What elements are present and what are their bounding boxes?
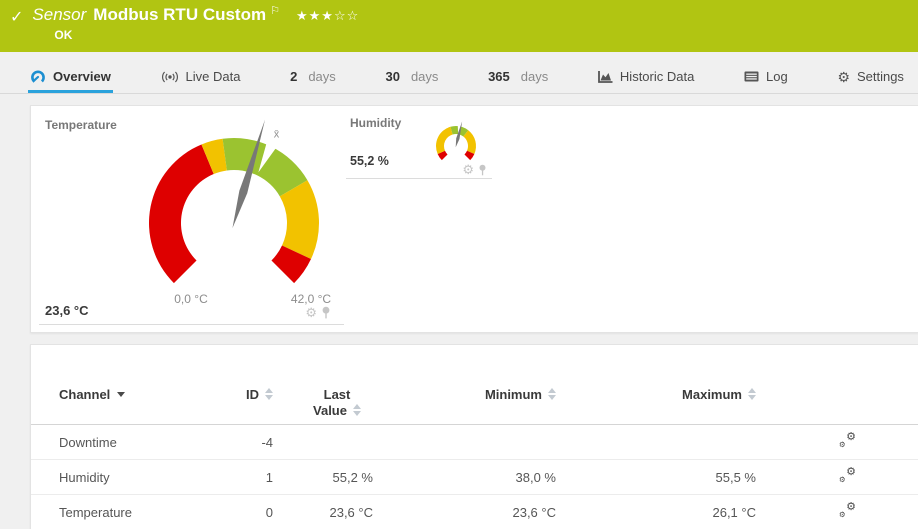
channel-settings-icon[interactable]: ⚙ ⚙ (839, 465, 856, 484)
column-header-maximum[interactable]: Maximum (556, 387, 756, 403)
tab-2-days[interactable]: 2 days (288, 63, 338, 93)
column-header-minimum[interactable]: Minimum (373, 387, 556, 403)
gauge-title: Humidity (350, 116, 402, 130)
tab-unit: days (410, 69, 439, 84)
broadcast-icon (161, 71, 179, 83)
gauge-tile-humidity[interactable]: Humidity 55,2 % ⚙ (346, 106, 492, 179)
tab-overview[interactable]: Overview (28, 63, 113, 93)
tab-30-days[interactable]: 30 days (383, 63, 440, 93)
sort-icon (748, 388, 756, 400)
tab-live-data[interactable]: Live Data (159, 63, 243, 93)
maximum-cell: 55,5 % (715, 469, 756, 485)
tab-label: Log (766, 69, 788, 84)
minimum-cell: 23,6 °C (512, 504, 556, 520)
tab-label: Historic Data (619, 69, 695, 84)
sensor-title-block: Sensor Modbus RTU Custom ⚐ ★★★☆☆ OK (32, 0, 359, 52)
sensor-status-header: ✓ Sensor Modbus RTU Custom ⚐ ★★★☆☆ OK (0, 0, 918, 52)
gauge-title: Temperature (45, 118, 117, 132)
tab-value: 2 (290, 69, 298, 84)
prtg-sensor-page: ✓ Sensor Modbus RTU Custom ⚐ ★★★☆☆ OK Ov… (0, 0, 918, 529)
maximum-cell: 26,1 °C (712, 504, 756, 520)
gear-icon: ⚙ (846, 465, 856, 478)
gear-icon: ⚙ (846, 500, 856, 513)
sensor-title: Modbus RTU Custom (93, 5, 267, 24)
tab-bar: Overview Live Data 2 days 30 days 365 da… (0, 63, 918, 94)
column-label: Maximum (682, 387, 742, 402)
gear-icon: ⚙ (839, 510, 846, 519)
channel-name: Downtime (59, 434, 117, 450)
sort-icon (265, 388, 273, 400)
tab-historic-data[interactable]: Historic Data (596, 63, 696, 93)
pin-icon[interactable] (321, 306, 331, 319)
column-label: ID (246, 387, 259, 402)
gauge-current-value: 23,6 °C (45, 303, 89, 318)
gear-icon: ⚙ (837, 68, 850, 85)
table-row: Temperature 0 23,6 °C 23,6 °C 26,1 °C ⚙ ⚙ (31, 495, 918, 529)
tab-settings[interactable]: ⚙ Settings (835, 63, 906, 93)
channel-id: 0 (265, 504, 273, 520)
sort-icon (548, 388, 556, 400)
priority-stars[interactable]: ★★★☆☆ (296, 8, 359, 24)
gauge-icon (30, 70, 46, 84)
flag-icon[interactable]: ⚐ (270, 4, 280, 17)
gauge-settings-gear-icon[interactable]: ⚙ (305, 306, 317, 319)
gear-icon: ⚙ (839, 475, 846, 484)
channel-name: Temperature (59, 504, 132, 520)
gauge-min-label: 0,0 °C (174, 292, 208, 306)
gauge-settings-gear-icon[interactable]: ⚙ (462, 163, 474, 176)
column-label: Last (323, 387, 351, 402)
tab-value: 30 (385, 69, 400, 84)
gauge-max-label: 42,0 °C (290, 292, 332, 306)
gear-icon: ⚙ (839, 440, 846, 449)
channel-settings-icon[interactable]: ⚙ ⚙ (839, 500, 856, 519)
column-header-id[interactable]: ID (211, 387, 273, 403)
status-check-icon: ✓ (10, 9, 24, 26)
channels-table-panel: Channel ID Last Value Minimum Maximum Do… (30, 344, 918, 529)
status-badge: OK (54, 28, 73, 42)
tab-365-days[interactable]: 365 days (486, 63, 550, 93)
minimum-cell: 38,0 % (515, 469, 556, 485)
tab-label: Settings (856, 69, 904, 84)
area-chart-icon (598, 70, 613, 83)
tab-label: Live Data (185, 69, 241, 84)
tab-unit: days (520, 69, 549, 84)
channel-settings-icon[interactable]: ⚙ ⚙ (839, 430, 856, 449)
log-icon (744, 71, 759, 82)
sort-icon (352, 404, 361, 416)
last-value-cell: 23,6 °C (329, 504, 373, 520)
temperature-gauge: x̄ (149, 119, 319, 284)
humidity-gauge (435, 121, 477, 161)
tab-log[interactable]: Log (742, 63, 790, 93)
table-row: Humidity 1 55,2 % 38,0 % 55,5 % ⚙ ⚙ (31, 460, 918, 495)
stars-empty[interactable]: ☆☆ (334, 8, 359, 23)
stars-filled[interactable]: ★★★ (296, 8, 334, 23)
gauges-panel: Temperature x̄ 0,0 °C 42,0 °C 23,6 °C ⚙ … (30, 105, 918, 333)
gear-icon: ⚙ (846, 430, 856, 443)
object-kind-label: Sensor (32, 5, 87, 24)
table-row: Downtime -4 ⚙ ⚙ (31, 425, 918, 460)
sort-desc-icon (117, 392, 126, 397)
column-header-last-value[interactable]: Last Value (273, 387, 373, 419)
tab-value: 365 (488, 69, 510, 84)
column-header-channel[interactable]: Channel (31, 387, 211, 403)
channel-name: Humidity (59, 469, 110, 485)
svg-text:x̄: x̄ (274, 129, 280, 141)
table-header-row: Channel ID Last Value Minimum Maximum (31, 387, 918, 425)
pin-icon[interactable] (478, 164, 487, 176)
gauge-current-value: 55,2 % (350, 154, 389, 168)
table-body: Downtime -4 ⚙ ⚙ Humidity 1 55,2 % 38,0 % 55,5 % ⚙… (31, 425, 918, 529)
channel-id: 1 (265, 469, 273, 485)
column-label: Channel (59, 387, 111, 402)
gauge-tile-temperature[interactable]: Temperature x̄ 0,0 °C 42,0 °C 23,6 °C ⚙ (39, 106, 344, 325)
column-label: Value (313, 403, 347, 418)
last-value-cell: 55,2 % (332, 469, 373, 485)
tab-unit: days (308, 69, 336, 84)
tab-label: Overview (53, 69, 111, 84)
channel-id: -4 (261, 434, 273, 450)
column-label: Minimum (484, 387, 542, 402)
